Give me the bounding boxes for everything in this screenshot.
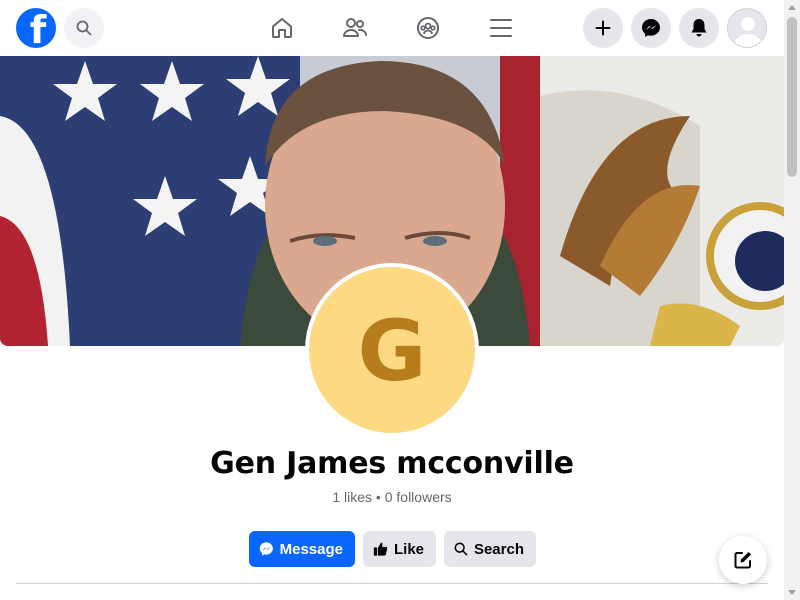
nav-home[interactable] — [266, 12, 298, 44]
search-icon — [76, 20, 92, 36]
profile-picture[interactable]: G — [305, 263, 479, 437]
message-button[interactable]: Message — [249, 531, 355, 567]
bell-icon — [691, 19, 707, 37]
nav-friends[interactable] — [339, 12, 371, 44]
nav-menu[interactable] — [485, 12, 517, 44]
scrollbar-thumb[interactable] — [787, 17, 797, 177]
page-scrollbar[interactable] — [784, 0, 800, 600]
facebook-logo-letter: f — [29, 8, 47, 48]
notifications-button[interactable] — [679, 8, 719, 48]
avatar-icon — [728, 9, 766, 47]
section-divider — [16, 583, 768, 584]
like-button-label: Like — [393, 540, 424, 558]
messenger-button[interactable] — [631, 8, 671, 48]
menu-icon — [490, 19, 512, 37]
scroll-down-arrow-icon[interactable] — [788, 590, 796, 595]
plus-icon — [595, 20, 611, 36]
compose-icon — [734, 552, 751, 569]
profile-stats: 1 likes • 0 followers — [332, 489, 452, 505]
profile-initial: G — [357, 302, 427, 400]
top-navigation-bar: f — [0, 0, 784, 56]
thumbs-up-icon — [373, 542, 388, 556]
facebook-logo[interactable]: f — [16, 8, 56, 48]
friends-icon — [343, 18, 368, 37]
create-button[interactable] — [583, 8, 623, 48]
scroll-up-arrow-icon[interactable] — [788, 5, 796, 10]
messenger-icon — [259, 542, 273, 556]
search-profile-button[interactable]: Search — [444, 531, 536, 567]
profile-page: f G Gen James mcconville 1 likes • 0 fol… — [0, 0, 800, 600]
nav-groups[interactable] — [412, 12, 444, 44]
groups-icon — [417, 17, 439, 39]
profile-picture-circle: G — [309, 267, 475, 433]
search-button[interactable] — [64, 8, 104, 48]
search-button-label: Search — [473, 540, 524, 558]
profile-name: Gen James mcconville — [210, 446, 574, 481]
search-icon — [454, 542, 468, 556]
new-message-button[interactable] — [719, 536, 767, 584]
message-button-label: Message — [279, 540, 343, 558]
home-icon — [272, 18, 292, 38]
like-button[interactable]: Like — [363, 531, 436, 567]
account-avatar[interactable] — [727, 8, 767, 48]
profile-actions: Message Like Search — [249, 531, 536, 567]
messenger-icon — [642, 19, 660, 37]
